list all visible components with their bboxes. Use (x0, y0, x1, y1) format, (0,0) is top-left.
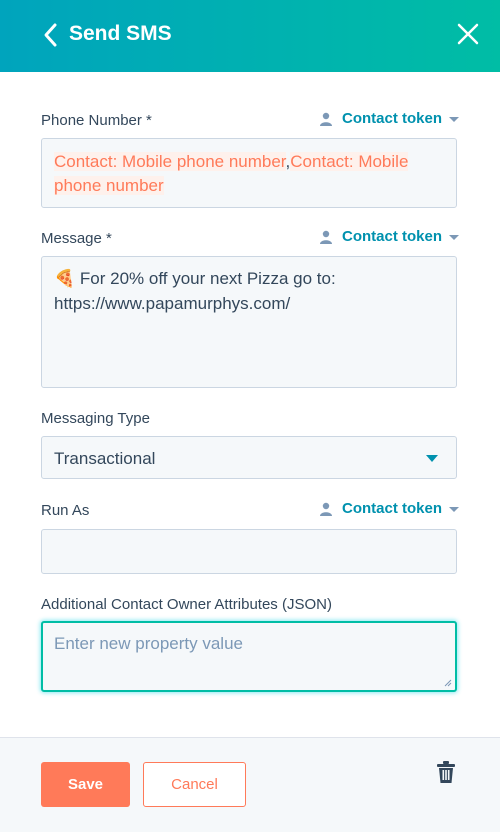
message-contact-token-dropdown[interactable]: Contact token (319, 227, 459, 247)
pizza-emoji: 🍕 (54, 269, 76, 288)
messaging-type-value: Transactional (54, 449, 156, 468)
caret-down-icon (449, 234, 459, 240)
caret-down-icon (449, 116, 459, 122)
messaging-type-label: Messaging Type (41, 410, 150, 427)
additional-attributes-placeholder: Enter new property value (54, 634, 243, 653)
run-as-label: Run As (41, 502, 90, 519)
phone-number-field[interactable]: Contact: Mobile phone number,Contact: Mo… (41, 138, 457, 208)
additional-attributes-label: Additional Contact Owner Attributes (JSO… (41, 596, 332, 613)
contact-token-chip[interactable]: Contact: Mobile phone number (54, 152, 286, 171)
resize-handle-icon[interactable] (444, 679, 452, 687)
panel-header: Send SMS (0, 0, 500, 72)
person-icon (319, 112, 332, 126)
message-label: Message * (41, 230, 112, 247)
contact-token-label: Contact token (341, 110, 442, 127)
panel-title: Send SMS (69, 22, 172, 45)
run-as-field[interactable] (41, 529, 457, 574)
message-text: For 20% off your next Pizza go to: https… (54, 269, 336, 313)
trash-icon[interactable] (436, 760, 456, 784)
messaging-type-select[interactable]: Transactional (41, 436, 457, 479)
contact-token-label: Contact token (341, 228, 442, 245)
caret-down-icon (426, 455, 438, 462)
cancel-button[interactable]: Cancel (143, 762, 246, 807)
save-button[interactable]: Save (41, 762, 130, 807)
person-icon (319, 230, 332, 244)
caret-down-icon (449, 506, 459, 512)
phone-number-label: Phone Number * (41, 112, 152, 129)
run-as-contact-token-dropdown[interactable]: Contact token (319, 499, 459, 519)
contact-token-label: Contact token (341, 500, 442, 517)
message-textarea[interactable]: 🍕 For 20% off your next Pizza go to: htt… (41, 256, 457, 388)
phone-contact-token-dropdown[interactable]: Contact token (319, 109, 459, 129)
person-icon (319, 502, 332, 516)
close-icon[interactable] (456, 22, 480, 46)
chevron-left-icon[interactable] (40, 22, 64, 48)
additional-attributes-textarea[interactable]: Enter new property value (41, 621, 457, 692)
